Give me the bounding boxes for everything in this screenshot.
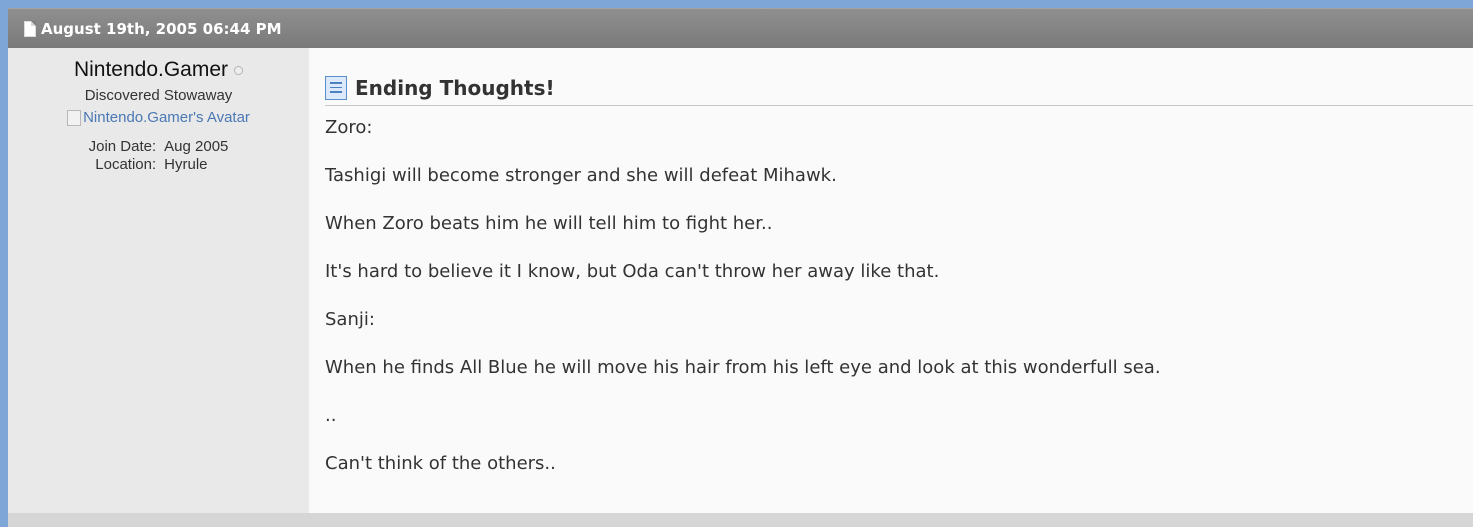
user-stats: Join Date: Aug 2005 Location: Hyrule [8,138,309,173]
username-link[interactable]: Nintendo.Gamer [74,58,228,82]
post-title: Ending Thoughts! [355,75,555,100]
offline-status-icon [234,65,244,75]
forum-post: August 19th, 2005 06:44 PM Nintendo.Game… [8,8,1473,527]
post-date: August 19th, 2005 06:44 PM [41,19,282,38]
message-line: Zoro: [325,117,373,138]
post-message: Zoro: Tashigi will become stronger and s… [325,116,1473,500]
message-line: When he finds All Blue he will move his … [325,357,1161,378]
user-title: Discovered Stowaway [84,87,233,104]
message-line: Can't think of the others.. [325,453,556,474]
user-info-panel: Nintendo.Gamer Discovered Stowaway Ninte… [8,48,309,513]
join-date-value: Aug 2005 [164,138,229,155]
message-line: .. [325,405,337,426]
location-label: Location: [95,156,157,173]
blue-document-icon [325,75,347,100]
join-date-label: Join Date: [88,138,157,155]
post-title-row: Ending Thoughts! [325,70,1473,106]
message-line: When Zoro beats him he will tell him to … [325,213,773,234]
post-footer-bar [8,513,1473,527]
post-content: Ending Thoughts! Zoro: Tashigi will beco… [309,48,1473,513]
document-icon [24,20,36,37]
message-line: Sanji: [325,309,375,330]
post-header: August 19th, 2005 06:44 PM [8,8,1473,48]
message-line: It's hard to believe it I know, but Oda … [325,261,940,282]
broken-image-icon [67,109,82,126]
avatar-alt-text[interactable]: Nintendo.Gamer's Avatar [83,109,250,126]
username-row: Nintendo.Gamer [8,58,309,82]
message-line: Tashigi will become stronger and she wil… [325,165,837,186]
location-value: Hyrule [164,156,208,173]
avatar[interactable]: Nintendo.Gamer's Avatar [8,109,309,126]
